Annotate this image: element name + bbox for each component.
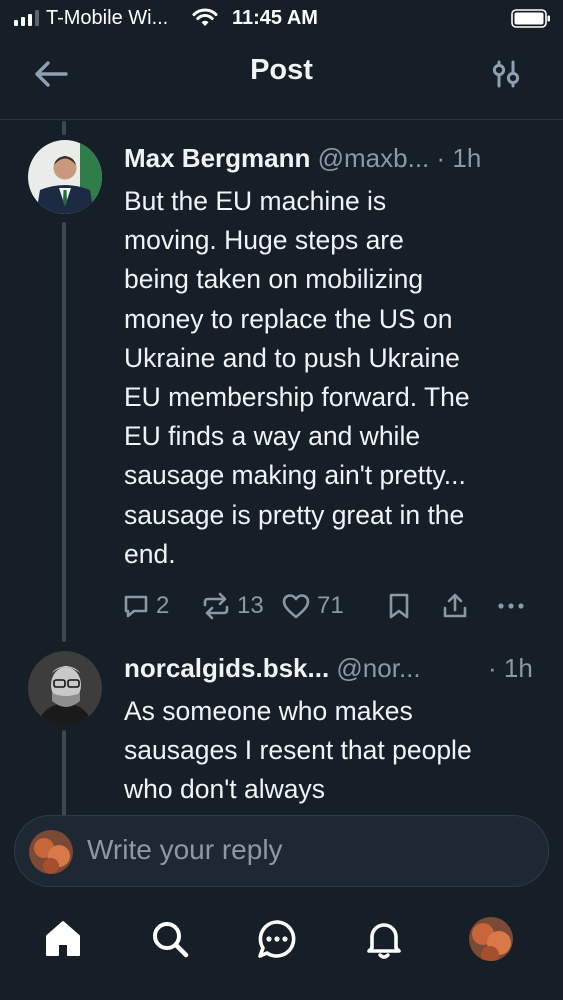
battery-icon <box>511 9 550 28</box>
post-text-line: As someone who makes <box>124 696 413 726</box>
post-text-line: EU membership forward. The <box>124 382 470 413</box>
repost-icon <box>203 592 229 620</box>
share-icon <box>443 593 467 618</box>
author-photo <box>28 140 102 214</box>
post-header: norcalgids.bsk... @nor... · 1h <box>124 653 533 684</box>
post-text-line: But the EU machine is <box>124 186 387 216</box>
repost-count: 13 <box>237 592 264 619</box>
post-text-line: sausage is pretty great in the <box>124 499 465 530</box>
like-count: 71 <box>317 592 344 619</box>
tab-notifications[interactable] <box>359 914 409 964</box>
post-time: · 1h <box>488 653 533 683</box>
post-header: Max Bergmann @maxb... · 1h <box>124 143 481 174</box>
clock-label: 11:45 AM <box>232 7 318 29</box>
reply-composer[interactable]: Write your reply <box>14 815 549 887</box>
post-text-line: money to replace the US on <box>124 303 453 334</box>
post-text[interactable]: As someone who makes sausages I resent t… <box>124 692 544 810</box>
post-text[interactable]: But the EU machine is moving. Huge steps… <box>124 182 544 574</box>
post-text-line: end. <box>124 538 176 569</box>
post-text-line: who don't always <box>124 774 325 805</box>
avatar[interactable] <box>28 651 102 725</box>
tab-search[interactable] <box>145 914 195 964</box>
reply-input-placeholder: Write your reply <box>87 834 283 865</box>
more-options-button[interactable] <box>497 590 525 622</box>
ellipsis-icon <box>498 603 524 609</box>
heart-icon <box>282 594 310 619</box>
avatar <box>29 830 73 874</box>
page-title: Post <box>250 54 313 86</box>
cellular-signal-icon <box>14 10 39 26</box>
thread-line-bottom <box>62 730 66 820</box>
like-button[interactable]: 71 <box>281 590 344 622</box>
wifi-icon <box>192 8 218 26</box>
thread-line-middle <box>62 222 66 642</box>
repost-button[interactable]: 13 <box>201 590 264 622</box>
avatar[interactable] <box>28 140 102 214</box>
search-icon <box>153 922 189 958</box>
reply-count: 2 <box>156 592 170 619</box>
author-handle[interactable]: @nor... <box>336 653 420 683</box>
status-bar: T-Mobile Wi... 11:45 AM <box>0 0 563 36</box>
thread-options-button[interactable] <box>488 56 524 92</box>
post-text-line: moving. Huge steps are <box>124 225 404 256</box>
own-profile-photo <box>29 830 73 874</box>
profile-avatar <box>469 917 513 961</box>
tab-home[interactable] <box>38 914 88 964</box>
carrier-label: T-Mobile Wi... <box>46 7 169 29</box>
post-text-line: EU finds a way and while <box>124 421 421 452</box>
thread-line-top <box>62 121 66 135</box>
post-time: · 1h <box>436 143 482 173</box>
bell-icon <box>367 923 401 959</box>
home-icon <box>46 921 80 956</box>
comment-icon <box>124 595 148 618</box>
bottom-tab-bar <box>0 900 563 1000</box>
author-photo <box>28 651 102 725</box>
tab-chat[interactable] <box>252 914 302 964</box>
post-text-line: sausages I resent that people <box>124 735 472 766</box>
post-text-line: sausage making ain't pretty... <box>124 460 466 491</box>
sliders-icon <box>492 60 520 88</box>
bookmark-icon <box>389 593 409 619</box>
share-button[interactable] <box>441 590 469 622</box>
post-text-line: Ukraine and to push Ukraine <box>124 342 460 373</box>
post-text-line: being taken on mobilizing <box>124 264 424 295</box>
author-name[interactable]: norcalgids.bsk... <box>124 653 329 683</box>
author-handle[interactable]: @maxb... <box>318 143 430 173</box>
chat-icon <box>258 920 296 958</box>
nav-header: Post <box>0 36 563 120</box>
reply-button[interactable]: 2 <box>122 590 169 622</box>
tab-profile[interactable] <box>466 914 516 964</box>
bookmark-button[interactable] <box>386 590 412 622</box>
author-name[interactable]: Max Bergmann <box>124 143 310 173</box>
